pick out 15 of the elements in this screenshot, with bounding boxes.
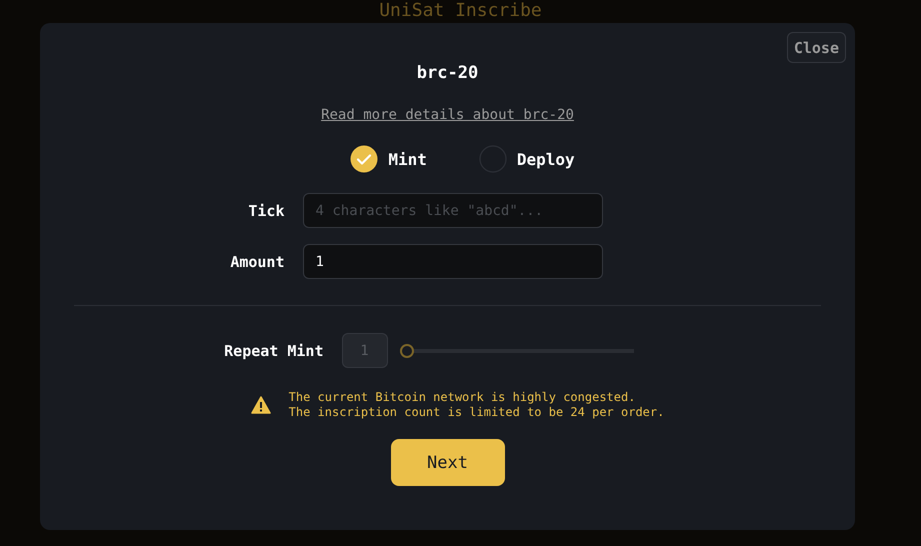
warning-icon — [250, 396, 271, 414]
details-link[interactable]: Read more details about brc-20 — [321, 107, 574, 123]
radio-option[interactable]: Mint — [350, 145, 427, 173]
field-label: Repeat Mint — [223, 342, 324, 360]
radio-option[interactable]: Deploy — [478, 145, 575, 173]
page-title: UniSat Inscribe — [378, 1, 543, 21]
dialog-title: brc-20 — [416, 63, 478, 83]
field-label: Amount — [229, 252, 284, 270]
field-label: Tick — [247, 202, 284, 220]
close-button[interactable]: Close — [786, 32, 846, 63]
slider-thumb[interactable] — [400, 344, 414, 358]
warning-text: The current Bitcoin network is highly congested. The inscription count is limited to be 24 per order. — [288, 390, 664, 420]
input-field[interactable]: 4 characters like "abcd"... — [302, 193, 602, 228]
next-button[interactable]: Next — [390, 439, 504, 486]
input-field[interactable]: 1 — [302, 244, 602, 279]
